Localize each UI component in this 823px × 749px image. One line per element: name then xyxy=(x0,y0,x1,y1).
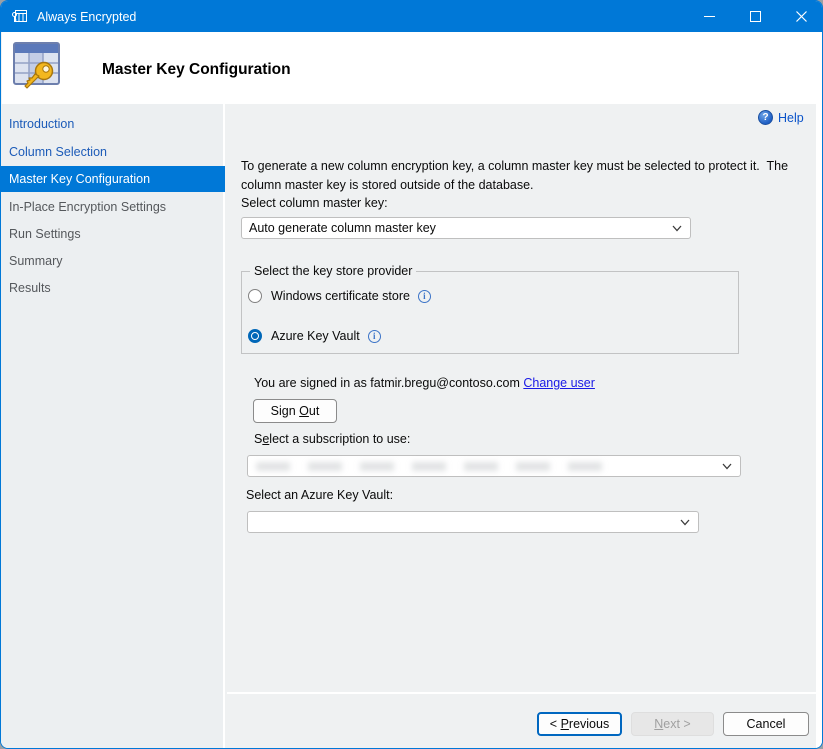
always-encrypted-wizard-window: Always Encrypted xyxy=(0,0,823,749)
info-icon[interactable]: i xyxy=(368,330,381,343)
info-icon[interactable]: i xyxy=(418,290,431,303)
footer-separator xyxy=(227,692,816,694)
subscription-dropdown[interactable] xyxy=(247,455,741,477)
header: Master Key Configuration xyxy=(2,32,823,104)
sidebar-item-results[interactable]: Results xyxy=(1,274,225,301)
maximize-icon xyxy=(750,11,761,22)
signed-in-email: fatmir.bregu@contoso.com xyxy=(370,376,520,390)
cmk-label: Select column master key: xyxy=(241,196,388,210)
keystore-group-title: Select the key store provider xyxy=(250,264,416,278)
table-key-app-icon xyxy=(11,8,28,25)
help-label: Help xyxy=(778,111,804,125)
radio-azure-key-vault[interactable]: Azure Key Vault i xyxy=(248,329,381,343)
wizard-steps-sidebar: Introduction Column Selection Master Key… xyxy=(1,104,225,749)
keystore-groupbox: Select the key store provider Windows ce… xyxy=(241,271,739,354)
sidebar-item-summary[interactable]: Summary xyxy=(1,247,225,274)
chevron-down-icon xyxy=(680,519,690,526)
radio-windows-certificate-store[interactable]: Windows certificate store i xyxy=(248,289,431,303)
sidebar-item-in-place-encryption-settings[interactable]: In-Place Encryption Settings xyxy=(1,193,225,220)
page-description: To generate a new column encryption key,… xyxy=(241,157,803,195)
chevron-down-icon xyxy=(672,225,682,232)
sidebar-item-introduction[interactable]: Introduction xyxy=(1,110,225,137)
close-button[interactable] xyxy=(778,1,823,32)
minimize-button[interactable] xyxy=(686,1,732,32)
radio-windows-certificate-store-label: Windows certificate store xyxy=(271,289,410,303)
sidebar-item-master-key-configuration[interactable]: Master Key Configuration xyxy=(1,166,225,192)
signed-in-text: You are signed in as fatmir.bregu@contos… xyxy=(254,376,595,390)
redacted-subscription-text xyxy=(256,462,616,471)
chevron-down-icon xyxy=(722,463,732,470)
window-title: Always Encrypted xyxy=(37,10,136,24)
radio-unchecked-icon xyxy=(248,289,262,303)
minimize-icon xyxy=(704,11,715,22)
help-button[interactable]: ? Help xyxy=(758,110,804,125)
previous-button[interactable]: < Previous xyxy=(537,712,622,736)
titlebar: Always Encrypted xyxy=(1,1,823,32)
cmk-dropdown-value: Auto generate column master key xyxy=(249,221,436,235)
sidebar-item-run-settings[interactable]: Run Settings xyxy=(1,220,225,247)
page-title: Master Key Configuration xyxy=(102,61,291,79)
radio-checked-icon xyxy=(248,329,262,343)
close-icon xyxy=(796,11,807,22)
keyvault-dropdown[interactable] xyxy=(247,511,699,533)
next-button: Next > xyxy=(631,712,714,736)
subscription-label: Select a subscription to use: xyxy=(254,432,410,446)
sign-out-button[interactable]: Sign Out xyxy=(253,399,337,423)
change-user-link[interactable]: Change user xyxy=(523,376,595,390)
signed-in-prefix: You are signed in as xyxy=(254,376,370,390)
radio-azure-key-vault-label: Azure Key Vault xyxy=(271,329,360,343)
help-icon: ? xyxy=(758,110,773,125)
cmk-dropdown[interactable]: Auto generate column master key xyxy=(241,217,691,239)
cancel-button[interactable]: Cancel xyxy=(723,712,809,736)
sidebar-item-column-selection[interactable]: Column Selection xyxy=(1,138,225,165)
maximize-button[interactable] xyxy=(732,1,778,32)
right-gutter xyxy=(816,104,823,749)
keyvault-label: Select an Azure Key Vault: xyxy=(246,488,393,502)
always-encrypted-icon xyxy=(12,40,62,92)
